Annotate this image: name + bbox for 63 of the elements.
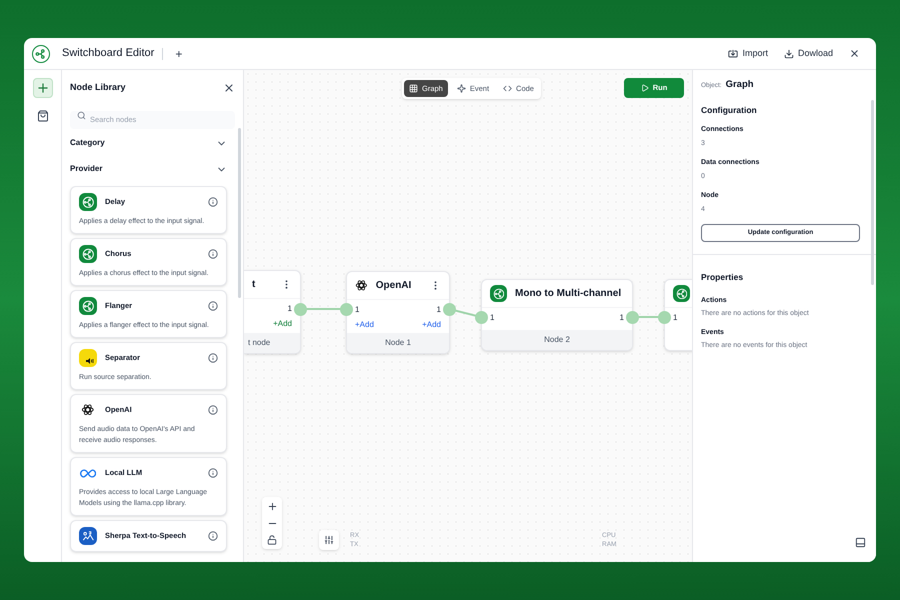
node-icon	[490, 285, 507, 302]
output-port-label: 1	[288, 303, 292, 315]
node-footer: Node 1	[347, 333, 449, 353]
infinity-icon	[80, 468, 96, 478]
section-title: Configuration	[701, 104, 758, 117]
download-button[interactable]: Dowload	[784, 46, 833, 60]
node-title: t	[252, 278, 256, 292]
filter-dropdown[interactable]: Provider	[62, 156, 235, 182]
graph-node[interactable]: 1	[664, 279, 692, 351]
panel-title: Node Library	[70, 81, 126, 94]
node-icon	[673, 285, 690, 302]
input-port-label: 1	[673, 312, 678, 324]
info-icon	[208, 353, 218, 363]
search-icon	[77, 110, 86, 120]
node-icon	[79, 193, 97, 211]
close-icon[interactable]	[849, 48, 860, 59]
info-icon	[208, 197, 218, 207]
output-port-label: 1	[620, 312, 624, 324]
graph-node[interactable]: OpenAI 1 1 +Add +Add Node 1	[346, 271, 450, 354]
section-title: Properties	[701, 271, 744, 284]
scrollbar-thumb[interactable]	[871, 100, 874, 285]
bag-icon	[36, 110, 48, 122]
add-icon	[36, 81, 50, 95]
play-icon	[640, 84, 649, 92]
info-icon	[208, 249, 218, 259]
panel-icon[interactable]	[855, 537, 866, 548]
graph-node[interactable]: t 1 +Add t node	[244, 270, 301, 354]
add-input-link[interactable]: +Add	[355, 320, 374, 329]
speaker-icon	[79, 349, 97, 367]
add-output-link[interactable]: +Add	[273, 318, 292, 330]
logo-icon	[32, 44, 50, 62]
grid-icon	[409, 84, 418, 93]
node-title: OpenAI	[376, 279, 412, 293]
scrollbar-thumb[interactable]	[238, 128, 241, 298]
node-icon	[79, 245, 97, 263]
info-icon	[208, 468, 218, 478]
filter-dropdown[interactable]: Category	[62, 130, 235, 156]
node-icon	[79, 297, 97, 315]
info-icon	[208, 531, 218, 541]
add-output-link[interactable]: +Add	[422, 319, 441, 331]
sparkle-icon	[456, 84, 466, 93]
info-icon	[208, 301, 218, 311]
object-name: Graph	[726, 78, 754, 92]
close-icon[interactable]	[223, 82, 235, 94]
graph-node[interactable]: Mono to Multi-channel 1 1 Node 2	[481, 279, 633, 351]
zoom-in-icon[interactable]	[266, 501, 278, 512]
sliders-icon	[324, 535, 334, 545]
unlock-icon[interactable]	[267, 535, 277, 545]
info-icon	[208, 405, 218, 415]
output-port-label: 1	[436, 304, 441, 316]
node-footer: Node 2	[482, 330, 632, 350]
node-footer: t node	[244, 333, 300, 353]
new-tab-button[interactable]: +	[171, 44, 186, 62]
window-title: Switchboard Editor	[62, 46, 154, 62]
rail-button[interactable]	[32, 78, 52, 98]
input-port-label: 1	[355, 304, 360, 316]
code-icon	[503, 84, 512, 93]
node-title: Mono to Multi-channel	[515, 287, 622, 301]
input-port-label: 1	[490, 312, 494, 324]
mixer-button[interactable]	[319, 530, 339, 550]
download-icon	[784, 48, 794, 58]
import-button[interactable]: Import	[728, 46, 768, 60]
import-icon	[728, 48, 738, 58]
